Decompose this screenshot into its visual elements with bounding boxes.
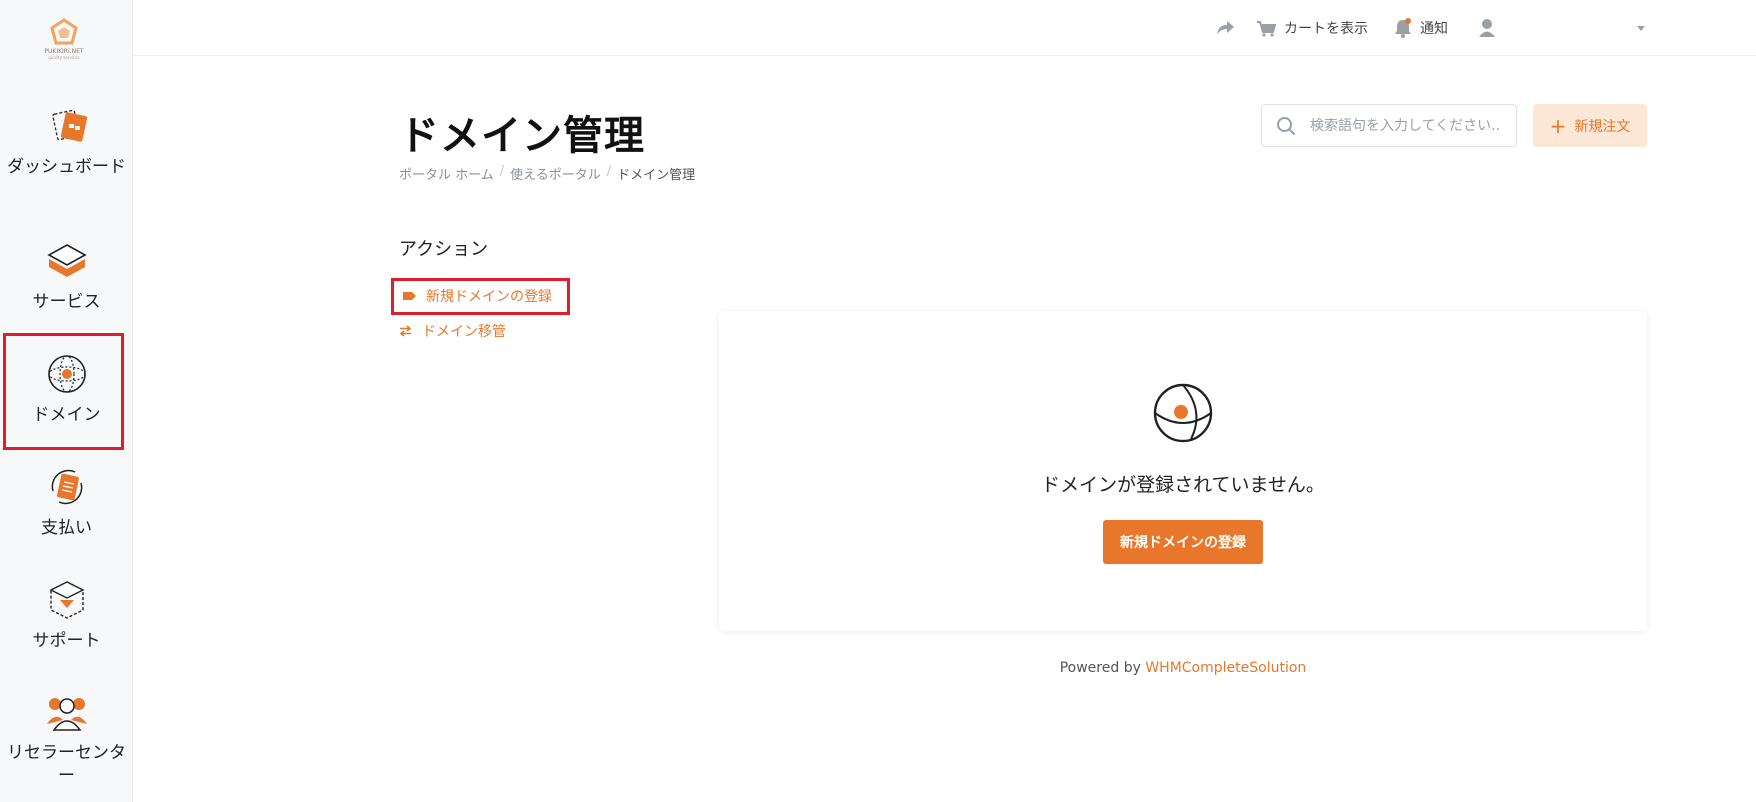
brand-logo[interactable]: PUKIKIRI.NET quality services <box>36 18 92 68</box>
sidebar-item-services[interactable]: サービス <box>0 239 133 314</box>
sidebar-item-label: ドメイン <box>32 405 101 425</box>
logo-text: PUKIKIRI.NET <box>44 48 84 55</box>
breadcrumb-item-current: ドメイン管理 <box>617 168 696 183</box>
register-domain-button[interactable]: 新規ドメインの登録 <box>1103 520 1263 564</box>
search-icon <box>1277 116 1296 135</box>
top-bar: カートを表示 通知 <box>133 0 1756 56</box>
support-icon <box>48 581 85 619</box>
new-order-label: 新規注文 <box>1574 118 1631 135</box>
register-domain-label: 新規ドメインの登録 <box>426 289 552 305</box>
empty-state-card: ドメインが登録されていません。 新規ドメインの登録 <box>719 311 1647 631</box>
logo-icon <box>50 18 78 45</box>
transfer-domain-label: ドメイン移管 <box>422 324 506 340</box>
actions-heading: アクション <box>399 239 489 260</box>
footer-prefix: Powered by <box>1059 660 1141 676</box>
share-icon <box>1217 21 1234 35</box>
register-domain-link[interactable]: 新規ドメインの登録 <box>403 286 552 306</box>
share-button[interactable] <box>1215 16 1243 40</box>
user-icon <box>1479 19 1495 37</box>
logo-subtext: quality services <box>48 55 80 60</box>
tag-icon <box>403 292 416 300</box>
breadcrumb-item-portal[interactable]: 使えるポータル <box>510 164 601 183</box>
breadcrumb-item-home[interactable]: ポータル ホーム <box>399 164 494 183</box>
dashboard-icon <box>51 109 87 142</box>
sidebar-item-label: 支払い <box>41 518 92 538</box>
sidebar-item-label: リセラーセンター <box>7 743 126 786</box>
search-box[interactable] <box>1261 104 1517 147</box>
sidebar-item-reseller[interactable]: リセラーセンター <box>0 690 133 788</box>
user-menu-button[interactable] <box>1478 16 1504 40</box>
breadcrumb-separator: / <box>499 164 505 179</box>
footer-link[interactable]: WHMCompleteSolution <box>1145 660 1306 676</box>
transfer-icon <box>399 325 412 337</box>
plus-icon: + <box>1549 113 1567 138</box>
sidebar-item-label: サポート <box>32 631 101 651</box>
sidebar-item-billing[interactable]: 支払い <box>0 465 133 540</box>
page-title: ドメイン管理 <box>399 113 645 159</box>
caret-down-icon <box>1637 26 1645 31</box>
user-menu-dropdown[interactable] <box>1636 16 1654 40</box>
breadcrumb: ポータル ホーム / 使えるポータル / ドメイン管理 <box>399 164 695 183</box>
notify-label: 通知 <box>1420 21 1448 37</box>
new-order-button[interactable]: + 新規注文 <box>1533 104 1647 147</box>
footer: Powered by WHMCompleteSolution <box>719 660 1647 676</box>
search-input[interactable] <box>1310 117 1500 134</box>
services-icon <box>46 244 87 277</box>
sidebar-item-label: サービス <box>32 292 101 312</box>
sidebar-item-domains[interactable]: ドメイン <box>0 352 133 427</box>
sidebar-item-support[interactable]: サポート <box>0 578 133 653</box>
bell-icon <box>1395 18 1411 38</box>
cart-icon <box>1257 21 1276 37</box>
transfer-domain-link[interactable]: ドメイン移管 <box>399 321 506 341</box>
domain-globe-icon <box>1153 383 1213 443</box>
empty-state-message: ドメインが登録されていません。 <box>1041 474 1325 496</box>
billing-icon <box>51 469 82 505</box>
reseller-icon <box>46 698 87 731</box>
domain-globe-icon <box>47 355 86 393</box>
sidebar: PUKIKIRI.NET quality services ダッシュボード サー… <box>0 0 133 802</box>
view-cart-button[interactable]: カートを表示 <box>1256 16 1368 40</box>
breadcrumb-separator: / <box>606 164 612 179</box>
cart-label: カートを表示 <box>1284 21 1368 37</box>
sidebar-item-dashboard[interactable]: ダッシュボード <box>0 104 133 179</box>
notifications-button[interactable]: 通知 <box>1394 16 1448 40</box>
sidebar-item-label: ダッシュボード <box>7 157 126 177</box>
